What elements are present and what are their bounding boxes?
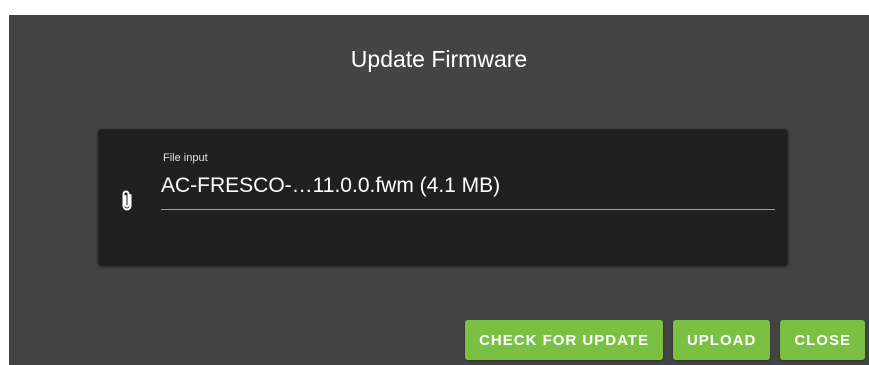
upload-button[interactable]: UPLOAD: [672, 320, 771, 360]
update-firmware-dialog: Update Firmware File input AC-FRESCO-…11…: [9, 15, 869, 365]
file-input-field[interactable]: File input AC-FRESCO-…11.0.0.fwm (4.1 MB…: [161, 151, 775, 233]
file-input-card: File input AC-FRESCO-…11.0.0.fwm (4.1 MB…: [98, 129, 788, 266]
dialog-title: Update Firmware: [350, 46, 528, 72]
file-input-value[interactable]: AC-FRESCO-…11.0.0.fwm (4.1 MB): [161, 171, 500, 201]
close-button[interactable]: CLOSE: [780, 320, 865, 360]
paperclip-icon[interactable]: [120, 189, 134, 213]
file-input-label: File input: [163, 152, 208, 164]
file-input-underline: [161, 209, 775, 210]
dialog-actions: CHECK FOR UPDATE UPLOAD CLOSE: [465, 320, 865, 360]
check-for-update-button[interactable]: CHECK FOR UPDATE: [465, 320, 663, 360]
